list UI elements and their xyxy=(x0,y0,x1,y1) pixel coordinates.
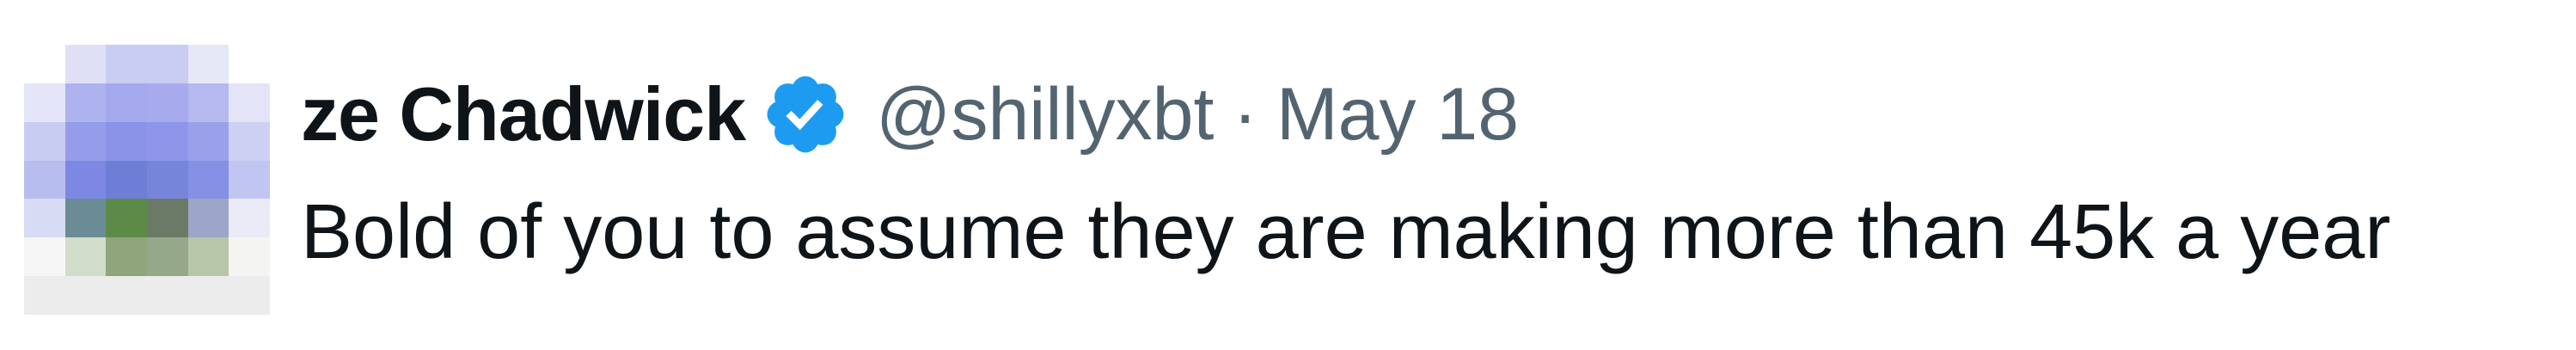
avatar-pixel xyxy=(64,83,107,122)
avatar[interactable] xyxy=(24,45,270,315)
avatar-pixel xyxy=(24,45,65,83)
avatar-pixel xyxy=(64,160,107,200)
avatar-pixel xyxy=(147,160,188,200)
avatar-pixel xyxy=(24,237,65,277)
avatar-pixel xyxy=(187,83,229,122)
avatar-pixel xyxy=(24,160,65,200)
avatar-pixel xyxy=(106,237,147,277)
avatar-pixel xyxy=(106,199,147,238)
avatar-pixel xyxy=(147,45,188,83)
avatar-pixel xyxy=(64,199,107,238)
verified-badge-icon[interactable] xyxy=(761,70,850,159)
author-handle[interactable]: @shillyxbt xyxy=(876,72,1214,157)
avatar-pixel xyxy=(64,237,107,277)
avatar-pixel xyxy=(187,121,229,161)
tweet-timestamp[interactable]: May 18 xyxy=(1276,72,1519,157)
avatar-pixel xyxy=(229,199,270,238)
tweet-text: Bold of you to assume they are making mo… xyxy=(301,189,2391,275)
avatar-pixel xyxy=(187,160,229,200)
avatar-pixel xyxy=(229,121,270,161)
avatar-pixel xyxy=(24,83,65,122)
avatar-pixel xyxy=(106,83,147,122)
author-display-name[interactable]: ze Chadwick xyxy=(301,71,746,158)
avatar-pixel xyxy=(24,199,65,238)
avatar-pixel xyxy=(106,45,147,83)
avatar-pixel xyxy=(229,276,270,315)
avatar-pixel xyxy=(64,121,107,161)
avatar-pixel xyxy=(147,199,188,238)
avatar-pixel xyxy=(147,276,188,315)
header-separator: · xyxy=(1233,72,1257,156)
avatar-pixel xyxy=(147,83,188,122)
avatar-pixel xyxy=(187,199,229,238)
tweet-header: ze Chadwick @shillyxbt · May 18 xyxy=(301,67,1519,162)
avatar-pixel xyxy=(24,121,65,161)
avatar-pixel xyxy=(106,276,147,315)
avatar-pixel xyxy=(24,276,65,315)
avatar-pixel xyxy=(106,121,147,161)
avatar-pixel xyxy=(64,45,107,83)
avatar-pixel xyxy=(147,237,188,277)
avatar-pixel xyxy=(229,45,270,83)
verified-badge-icon-svg xyxy=(767,76,844,153)
avatar-pixel xyxy=(106,160,147,200)
avatar-pixel xyxy=(187,276,229,315)
avatar-pixel xyxy=(229,237,270,277)
avatar-pixel xyxy=(187,237,229,277)
avatar-pixel xyxy=(147,121,188,161)
avatar-pixel xyxy=(229,83,270,122)
avatar-pixel xyxy=(64,276,107,315)
avatar-pixel xyxy=(229,160,270,200)
avatar-pixel xyxy=(187,45,229,83)
